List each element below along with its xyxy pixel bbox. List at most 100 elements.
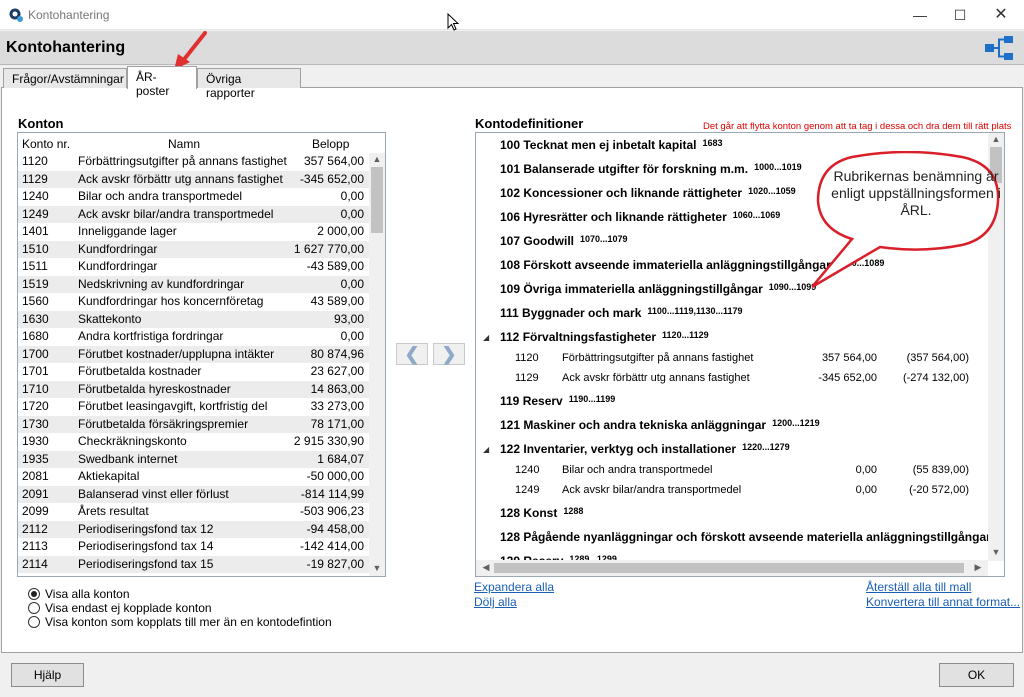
definition-heading[interactable]: 121 Maskiner och andra tekniska anläggni… — [500, 418, 820, 432]
definition-heading[interactable]: 112 Förvaltningsfastigheter 1120...1129 — [500, 330, 709, 344]
radio-icon[interactable] — [28, 602, 40, 614]
account-name: Förbättringsutgifter på annans fastighet — [78, 154, 287, 168]
hide-all-link[interactable]: Dölj alla — [474, 595, 517, 609]
ok-button[interactable]: OK — [939, 663, 1014, 687]
table-row[interactable]: 1401 Inneliggande lager 2 000,00 — [18, 223, 370, 241]
table-row[interactable]: 1511 Kundfordringar -43 589,00 — [18, 258, 370, 276]
definition-heading[interactable]: 128 Pågående nyanläggningar och förskott… — [500, 530, 1004, 544]
child-account-name[interactable]: Förbättringsutgifter på annans fastighet — [562, 352, 753, 364]
definition-heading[interactable]: 102 Koncessioner och liknande rättighete… — [500, 186, 796, 200]
definition-range: 1020...1059 — [748, 186, 796, 196]
table-row[interactable]: 1730 Förutbetalda försäkringspremier 78 17… — [18, 415, 370, 433]
scroll-thumb[interactable] — [371, 167, 383, 233]
expand-all-link[interactable]: Expandera alla — [474, 580, 554, 594]
tab-ar-poster[interactable]: ÅR-poster — [127, 66, 197, 98]
account-amount: 80 874,96 — [310, 346, 364, 361]
scroll-down-icon[interactable]: ▼ — [369, 563, 385, 573]
table-row[interactable]: 1710 Förutbetalda hyreskostnader 14 863,00 — [18, 380, 370, 398]
account-name: Periodiseringsfond tax 14 — [78, 539, 214, 553]
account-amount: -345 652,00 — [299, 171, 364, 186]
account-amount: 1 627 770,00 — [293, 241, 364, 256]
table-row[interactable]: 1240 Bilar och andra transportmedel 0,00 — [18, 188, 370, 206]
scroll-down-icon[interactable]: ▼ — [988, 547, 1004, 557]
move-left-button[interactable]: ❮ — [396, 343, 428, 365]
column-header-name[interactable]: Namn — [168, 137, 200, 151]
table-row[interactable]: 1630 Skattekonto 93,00 — [18, 310, 370, 328]
definitions-horizontal-scrollbar[interactable]: ◀ ▶ — [476, 560, 988, 576]
definition-label: 119 Reserv — [500, 394, 563, 408]
help-button[interactable]: Hjälp — [11, 663, 84, 687]
definition-heading[interactable]: 119 Reserv 1190...1199 — [500, 394, 615, 408]
radio-icon[interactable] — [28, 616, 40, 628]
close-button[interactable]: ✕ — [978, 0, 1024, 30]
column-header-nr[interactable]: Konto nr. — [22, 137, 70, 151]
table-row[interactable]: 1680 Andra kortfristiga fordringar 0,00 — [18, 328, 370, 346]
definition-label: 128 Pågående nyanläggningar och förskott… — [500, 530, 991, 544]
child-account-name[interactable]: Ack avskr förbättr utg annans fastighet — [562, 372, 750, 384]
table-row[interactable]: 1700 Förutbet kostnader/upplupna intäkter… — [18, 345, 370, 363]
column-header-amount[interactable]: Belopp — [312, 137, 349, 151]
definition-range: 1190...1199 — [568, 394, 616, 404]
definition-range: 1100...1119,1130...1179 — [647, 306, 743, 316]
table-row[interactable]: 1720 Förutbet leasingavgift, kortfristig … — [18, 398, 370, 416]
scroll-left-icon[interactable]: ◀ — [478, 562, 494, 573]
table-row[interactable]: 2114 Periodiseringsfond tax 15 -19 827,00 — [18, 555, 370, 573]
definition-heading[interactable]: 122 Inventarier, verktyg och installatio… — [500, 442, 790, 456]
child-account-name[interactable]: Bilar och andra transportmedel — [562, 464, 712, 476]
account-name: Förutbetalda försäkringspremier — [78, 416, 249, 431]
radio-icon[interactable] — [28, 588, 40, 600]
child-account-previous: (-274 132,00) — [902, 372, 969, 384]
kontodefinitioner-title: Kontodefinitioner — [475, 116, 584, 131]
account-number: 1120 — [22, 154, 48, 168]
definition-label: 108 Förskott avseende immateriella anläg… — [500, 258, 831, 272]
account-number: 2099 — [22, 504, 49, 518]
definition-heading[interactable]: 109 Övriga immateriella anläggningstillg… — [500, 282, 816, 296]
definition-label: 111 Byggnader och mark — [500, 306, 642, 320]
convert-format-link[interactable]: Konvertera till annat format... — [866, 595, 1020, 609]
table-row[interactable]: 1930 Checkräkningskonto 2 915 330,90 — [18, 433, 370, 451]
account-name: Nedskrivning av kundfordringar — [78, 276, 245, 291]
account-amount: 2 915 330,90 — [293, 434, 364, 448]
konton-scrollbar[interactable]: ▲ ▼ — [369, 153, 385, 576]
table-row[interactable]: 2113 Periodiseringsfond tax 14 -142 414,00 — [18, 538, 370, 556]
account-amount: -503 906,23 — [299, 504, 364, 518]
table-row[interactable]: 1510 Kundfordringar 1 627 770,00 — [18, 240, 370, 258]
tab-ovriga-rapporter[interactable]: Övriga rapporter — [197, 68, 301, 100]
table-row[interactable]: 2081 Aktiekapital -50 000,00 — [18, 468, 370, 486]
table-row[interactable]: 1120 Förbättringsutgifter på annans fasti… — [18, 153, 370, 171]
reset-template-link[interactable]: Återställ alla till mall — [866, 580, 971, 594]
table-row[interactable]: 1519 Nedskrivning av kundfordringar 0,00 — [18, 275, 370, 293]
definition-heading[interactable]: 100 Tecknat men ej inbetalt kapital 1683 — [500, 138, 723, 152]
table-row[interactable]: 2112 Periodiseringsfond tax 12 -94 458,00 — [18, 520, 370, 538]
hierarchy-icon[interactable] — [984, 35, 1014, 61]
tab-fragor-avstamningar[interactable]: Frågor/Avstämningar — [3, 68, 127, 88]
definition-range: 1070...1079 — [580, 234, 628, 244]
account-number: 1700 — [22, 346, 49, 361]
account-amount: 0,00 — [340, 276, 364, 291]
expand-toggle-icon[interactable]: ◢ — [483, 333, 489, 342]
scroll-right-icon[interactable]: ▶ — [970, 562, 986, 573]
account-name: Årets resultat — [78, 504, 149, 518]
scroll-up-icon[interactable]: ▲ — [369, 154, 385, 164]
definition-label: 109 Övriga immateriella anläggningstillg… — [500, 282, 763, 296]
scroll-thumb[interactable] — [494, 563, 964, 573]
table-row[interactable]: 1935 Swedbank internet 1 684,07 — [18, 450, 370, 468]
definition-heading[interactable]: 128 Konst 1288 — [500, 506, 583, 520]
table-row[interactable]: 2099 Årets resultat -503 906,23 — [18, 503, 370, 521]
definition-heading[interactable]: 107 Goodwill 1070...1079 — [500, 234, 628, 248]
table-row[interactable]: 2091 Balanserad vinst eller förlust -814 1… — [18, 485, 370, 503]
child-account-number: 1240 — [515, 464, 540, 476]
maximize-button[interactable]: ☐ — [937, 0, 983, 30]
scroll-up-icon[interactable]: ▲ — [988, 134, 1004, 144]
expand-toggle-icon[interactable]: ◢ — [483, 445, 489, 454]
table-row[interactable]: 1560 Kundfordringar hos koncernföretag 43 … — [18, 293, 370, 311]
table-row[interactable]: 1249 Ack avskr bilar/andra transportmedel… — [18, 205, 370, 223]
account-number: 1519 — [22, 276, 49, 291]
definition-heading[interactable]: 101 Balanserade utgifter för forskning m… — [500, 162, 802, 176]
move-right-button[interactable]: ❯ — [433, 343, 465, 365]
definition-heading[interactable]: 111 Byggnader och mark 1100...1119,1130..… — [500, 306, 743, 320]
definition-heading[interactable]: 106 Hyresrätter och liknande rättigheter… — [500, 210, 780, 224]
table-row[interactable]: 1701 Förutbetalda kostnader 23 627,00 — [18, 363, 370, 381]
child-account-name[interactable]: Ack avskr bilar/andra transportmedel — [562, 484, 741, 496]
table-row[interactable]: 1129 Ack avskr förbättr utg annans fastig… — [18, 170, 370, 188]
